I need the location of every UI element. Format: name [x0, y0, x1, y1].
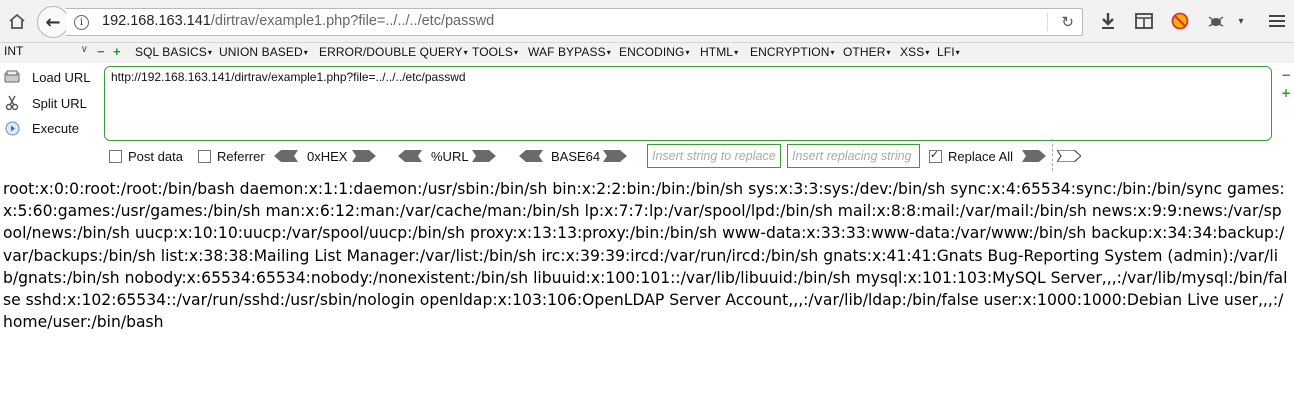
sql-type-value: INT	[4, 44, 24, 58]
bug-icon[interactable]	[1206, 11, 1226, 31]
menu-encoding[interactable]: ENCODING	[619, 45, 690, 59]
url-textarea[interactable]: http://192.168.163.141/dirtrav/example1.…	[111, 70, 1261, 132]
menu-waf-bypass[interactable]: WAF BYPASS	[528, 45, 611, 59]
block-icon[interactable]	[1170, 11, 1190, 31]
replace-all-checkbox[interactable]	[929, 148, 942, 163]
address-bar[interactable]: i 192.168.163.141/dirtrav/example1.php?f…	[66, 8, 1083, 36]
reload-icon[interactable]: ↻	[1061, 13, 1074, 31]
menu-icon[interactable]	[6, 11, 28, 31]
minus-icon[interactable]: −	[97, 44, 105, 59]
back-arrow-icon: ←	[45, 11, 61, 33]
decode-url-arrow-icon[interactable]	[398, 150, 422, 162]
replacing-string-input[interactable]	[787, 144, 920, 168]
menu-icon[interactable]	[1266, 11, 1288, 31]
split-url-button[interactable]: Split URL	[4, 92, 87, 114]
plus-icon[interactable]: +	[1281, 86, 1291, 100]
play-icon	[4, 120, 20, 136]
post-data-label: Post data	[128, 149, 183, 164]
execute-label: Execute	[32, 120, 79, 136]
reading-view-icon[interactable]	[1134, 11, 1154, 31]
menu-encryption[interactable]: ENCRYPTION	[750, 45, 835, 59]
divider	[1047, 13, 1048, 31]
encode-base64-arrow-icon[interactable]	[603, 150, 627, 162]
menu-error-double-query[interactable]: ERROR/DOUBLE QUERY	[319, 45, 468, 59]
referrer-checkbox[interactable]	[198, 150, 211, 163]
menu-union-based[interactable]: UNION BASED	[219, 45, 308, 59]
load-url-button[interactable]: Load URL	[4, 66, 91, 88]
back-button[interactable]: ←	[37, 6, 69, 38]
replace-all-label: Replace All	[948, 149, 1014, 164]
hackbar-controls: Post data Referrer 0xHEX %URL BASE64 Rep…	[0, 139, 1294, 171]
referrer-label: Referrer	[217, 149, 265, 164]
scissors-icon	[4, 95, 20, 111]
chevron-down-icon: ∨	[80, 44, 88, 55]
hackbar-menu: INT ∨ − + SQL BASICS UNION BASED ERROR/D…	[0, 43, 1294, 63]
menu-tools[interactable]: TOOLS	[472, 45, 518, 59]
browser-toolbar: ← i 192.168.163.141/dirtrav/example1.php…	[0, 0, 1294, 43]
url-editor[interactable]: http://192.168.163.141/dirtrav/example1.…	[104, 66, 1272, 141]
info-icon[interactable]: i	[74, 15, 89, 30]
menu-xss[interactable]: XSS	[900, 45, 929, 59]
split-url-label: Split URL	[32, 95, 87, 111]
url-encoding-label: %URL	[431, 149, 469, 164]
load-icon	[4, 69, 20, 85]
hex-label: 0xHEX	[307, 149, 348, 164]
replace-arrow-icon[interactable]	[1057, 150, 1081, 162]
menu-lfi[interactable]: LFI	[937, 45, 960, 59]
plus-icon[interactable]: +	[113, 44, 121, 59]
address-bar-url[interactable]: 192.168.163.141/dirtrav/example1.php?fil…	[102, 13, 494, 29]
execute-button[interactable]: Execute	[4, 117, 79, 139]
divider	[1052, 139, 1053, 171]
download-icon[interactable]	[1098, 11, 1118, 31]
post-data-checkbox[interactable]	[109, 150, 122, 163]
dropdown-icon[interactable]: ▾	[1234, 11, 1248, 31]
menu-html[interactable]: HTML	[700, 45, 738, 59]
page-content: root:x:0:0:root:/root:/bin/bash daemon:x…	[3, 180, 1288, 332]
replace-string-input[interactable]	[647, 144, 781, 168]
encode-hex-arrow-icon[interactable]	[352, 150, 376, 162]
sql-type-select[interactable]: INT ∨	[4, 44, 90, 60]
minus-icon[interactable]: −	[1281, 68, 1291, 82]
decode-base64-arrow-icon[interactable]	[519, 150, 543, 162]
decode-hex-arrow-icon[interactable]	[274, 150, 298, 162]
menu-other[interactable]: OTHER	[843, 45, 891, 59]
replace-arrow-icon[interactable]	[1022, 150, 1046, 162]
encode-url-arrow-icon[interactable]	[472, 150, 496, 162]
load-url-label: Load URL	[32, 69, 91, 85]
base64-label: BASE64	[551, 149, 601, 164]
menu-sql-basics[interactable]: SQL BASICS	[135, 45, 212, 59]
